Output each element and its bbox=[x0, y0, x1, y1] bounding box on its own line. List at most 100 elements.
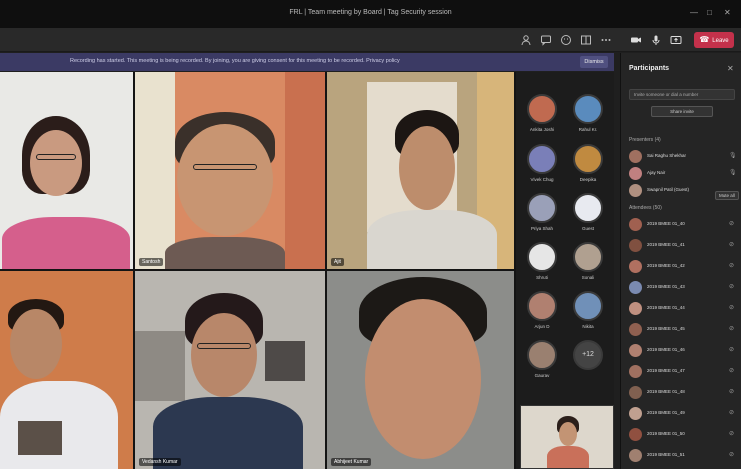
curtain bbox=[285, 72, 325, 269]
participant-name: 2019 BMEE 01_51 bbox=[647, 452, 685, 457]
chat-icon[interactable] bbox=[540, 34, 552, 46]
participant-body bbox=[367, 210, 497, 269]
mic-off-icon: ⊘ bbox=[729, 431, 735, 437]
self-view[interactable] bbox=[520, 405, 614, 469]
avatar bbox=[629, 281, 642, 294]
participant-row[interactable]: 2019 BMEE 01_45 ⊘ bbox=[627, 322, 737, 338]
avatar bbox=[573, 144, 603, 174]
self-body bbox=[547, 446, 589, 468]
dismiss-button[interactable]: Dismiss bbox=[580, 56, 608, 68]
participant-name: 2019 BMEE 01_50 bbox=[647, 431, 685, 436]
participant-body bbox=[165, 237, 285, 269]
mic-icon: 🎙 bbox=[729, 170, 737, 176]
overflow-count[interactable]: +12 bbox=[568, 340, 608, 370]
avatar-tile[interactable]: Sonali bbox=[568, 242, 608, 280]
avatar-tile[interactable]: Nikita bbox=[568, 291, 608, 329]
participant-row[interactable]: Sai Raghu Shekhar 🎙 bbox=[627, 149, 737, 165]
mute-all-button[interactable]: Mute all bbox=[715, 191, 739, 200]
mic-off-icon: ⊘ bbox=[729, 452, 735, 458]
avatar-label: Nikita bbox=[582, 324, 594, 329]
mic-off-icon: ⊘ bbox=[729, 326, 735, 332]
avatar bbox=[629, 344, 642, 357]
avatar bbox=[629, 184, 642, 197]
avatar bbox=[573, 94, 603, 124]
participant-row[interactable]: 2019 BMEE 01_46 ⊘ bbox=[627, 343, 737, 359]
avatar-label: Shruti bbox=[536, 275, 548, 280]
people-icon[interactable] bbox=[520, 34, 532, 46]
participant-row[interactable]: 2019 BMEE 01_41 ⊘ bbox=[627, 238, 737, 254]
participant-row[interactable]: 2019 BMEE 01_40 ⊘ bbox=[627, 217, 737, 233]
avatar-tile[interactable]: Guest bbox=[568, 193, 608, 231]
participant-face bbox=[399, 126, 455, 210]
participant-row[interactable]: 2019 BMEE 01_48 ⊘ bbox=[627, 385, 737, 401]
participant-name: Swapnil Patil (Guest) bbox=[647, 187, 690, 192]
avatar bbox=[527, 144, 557, 174]
panel-title: Participants bbox=[629, 65, 670, 72]
reactions-icon[interactable] bbox=[560, 34, 572, 46]
participant-face bbox=[10, 309, 62, 379]
video-tile[interactable]: Vedansh Kumar bbox=[135, 271, 325, 469]
rooms-icon[interactable] bbox=[580, 34, 592, 46]
avatar-tile[interactable]: Deepika bbox=[568, 144, 608, 182]
participant-row[interactable]: 2019 BMEE 01_44 ⊘ bbox=[627, 301, 737, 317]
invite-input[interactable]: Invite someone or dial a number bbox=[629, 89, 735, 100]
avatar-label: Gaurav bbox=[534, 373, 550, 378]
wall-panel bbox=[135, 72, 175, 269]
avatar bbox=[629, 407, 642, 420]
close-window-icon[interactable]: ✕ bbox=[724, 8, 731, 17]
participant-row[interactable]: 2019 BMEE 01_49 ⊘ bbox=[627, 406, 737, 422]
share-screen-icon[interactable] bbox=[670, 34, 682, 46]
avatar-tile[interactable]: Ankita Joshi bbox=[522, 94, 562, 132]
more-icon[interactable] bbox=[600, 34, 612, 46]
avatar-tile[interactable]: Gaurav bbox=[522, 340, 562, 378]
share-invite-button[interactable]: Share invite bbox=[651, 106, 713, 117]
video-tile[interactable]: Ajit bbox=[327, 72, 514, 269]
avatar bbox=[629, 386, 642, 399]
participant-face bbox=[30, 130, 82, 196]
avatar bbox=[629, 449, 642, 462]
video-tile[interactable]: Abhijeet Kumar bbox=[327, 271, 514, 469]
mic-icon[interactable] bbox=[650, 34, 662, 46]
avatar bbox=[629, 218, 642, 231]
maximize-icon[interactable]: □ bbox=[707, 8, 712, 17]
mic-off-icon: ⊘ bbox=[729, 242, 735, 248]
video-tile[interactable] bbox=[0, 271, 133, 469]
camera-icon[interactable] bbox=[630, 34, 642, 46]
participant-row[interactable]: Swapnil Patil (Guest) bbox=[627, 183, 711, 199]
participants-panel: Participants ✕ Invite someone or dial a … bbox=[620, 53, 741, 469]
participant-row[interactable]: 2019 BMEE 01_50 ⊘ bbox=[627, 427, 737, 443]
avatar-tile[interactable]: Priya Shah bbox=[522, 193, 562, 231]
video-tile[interactable] bbox=[0, 72, 133, 269]
avatar bbox=[629, 365, 642, 378]
meeting-toolbar: ☎ Leave bbox=[0, 28, 741, 52]
avatar bbox=[629, 260, 642, 273]
avatar bbox=[527, 94, 557, 124]
avatar-label: Priya Shah bbox=[530, 226, 553, 231]
shirt-print bbox=[18, 421, 62, 455]
avatar-tile[interactable]: Arjun D bbox=[522, 291, 562, 329]
participant-row[interactable]: 2019 BMEE 01_42 ⊘ bbox=[627, 259, 737, 275]
participant-row[interactable]: 2019 BMEE 01_43 ⊘ bbox=[627, 280, 737, 296]
avatar-tile[interactable]: Vivek Chug bbox=[522, 144, 562, 182]
self-face bbox=[559, 422, 577, 446]
participant-row[interactable]: 2019 BMEE 01_51 ⊘ bbox=[627, 448, 737, 464]
avatar-tile[interactable]: Shruti bbox=[522, 242, 562, 280]
participant-row[interactable]: Ajay Nair 🎙 bbox=[627, 166, 737, 182]
leave-button[interactable]: ☎ Leave bbox=[694, 32, 734, 48]
avatar-tile[interactable]: Rahul Kr. bbox=[568, 94, 608, 132]
avatar bbox=[629, 428, 642, 441]
mic-off-icon: ⊘ bbox=[729, 368, 735, 374]
close-icon[interactable]: ✕ bbox=[727, 64, 734, 73]
avatar-label: Sonali bbox=[581, 275, 595, 280]
avatar-label: Deepika bbox=[579, 177, 597, 182]
participant-name: 2019 BMEE 01_42 bbox=[647, 263, 685, 268]
participant-name: 2019 BMEE 01_48 bbox=[647, 389, 685, 394]
attendees-heading: Attendees (50) bbox=[629, 205, 662, 211]
participant-name: Sai Raghu Shekhar bbox=[647, 153, 687, 158]
window-title: FRL | Team meeting by Board | Tag Securi… bbox=[289, 9, 452, 16]
video-tile[interactable]: Santosh bbox=[135, 72, 325, 269]
participant-row[interactable]: 2019 BMEE 01_47 ⊘ bbox=[627, 364, 737, 380]
minimize-icon[interactable]: — bbox=[690, 8, 698, 17]
mic-off-icon: ⊘ bbox=[729, 389, 735, 395]
mic-off-icon: ⊘ bbox=[729, 410, 735, 416]
